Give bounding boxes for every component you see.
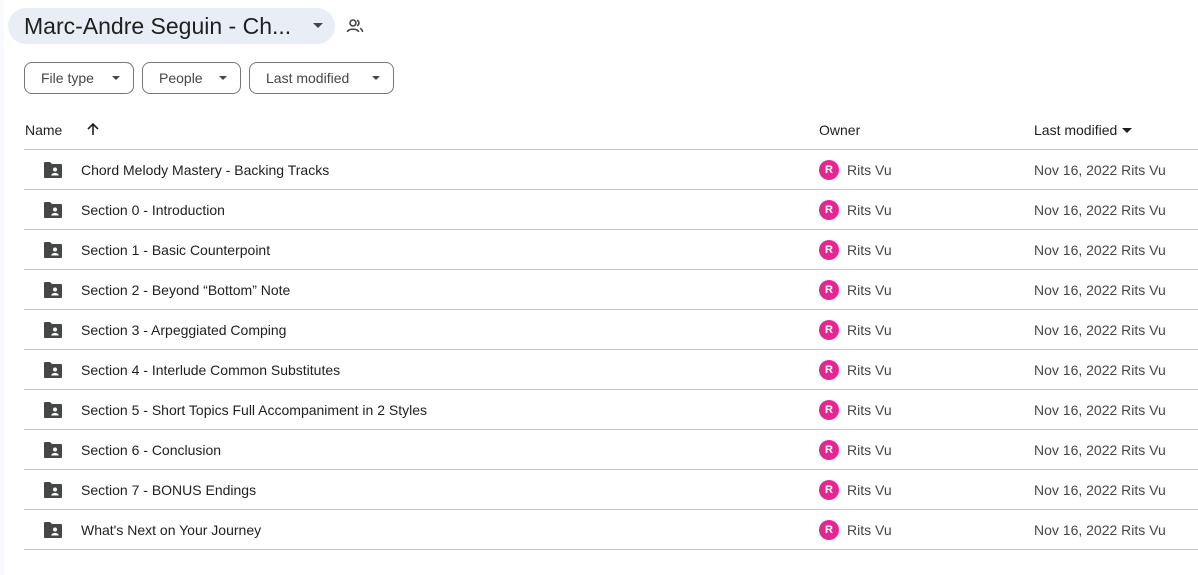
shared-folder-icon <box>44 482 62 498</box>
file-name: Section 2 - Beyond “Bottom” Note <box>81 282 291 298</box>
file-row[interactable]: What's Next on Your Journey R Rits Vu Nov 1… <box>24 510 1198 550</box>
owner-name: Rits Vu <box>847 242 892 258</box>
owner-avatar: R <box>819 160 839 180</box>
file-row[interactable]: Section 5 - Short Topics Full Accompanim… <box>24 390 1198 430</box>
shared-folder-icon <box>44 442 62 458</box>
shared-folder-icon <box>44 282 62 298</box>
modified-date: Nov 16, 2022 Rits Vu <box>1034 482 1166 498</box>
shared-folder-icon <box>44 362 62 378</box>
modified-date: Nov 16, 2022 Rits Vu <box>1034 322 1166 338</box>
file-row[interactable]: Section 6 - Conclusion R Rits Vu Nov 16, 20… <box>24 430 1198 470</box>
modified-date: Nov 16, 2022 Rits Vu <box>1034 442 1166 458</box>
filter-label: File type <box>41 70 94 86</box>
file-row[interactable]: Section 1 - Basic Counterpoint R Rits Vu No… <box>24 230 1198 270</box>
owner-name: Rits Vu <box>847 322 892 338</box>
owner-name: Rits Vu <box>847 282 892 298</box>
owner-name: Rits Vu <box>847 162 892 178</box>
file-name: Chord Melody Mastery - Backing Tracks <box>81 162 330 178</box>
caret-down-icon <box>372 76 380 80</box>
file-name: Section 6 - Conclusion <box>81 442 222 458</box>
modified-date: Nov 16, 2022 Rits Vu <box>1034 362 1166 378</box>
modified-date: Nov 16, 2022 Rits Vu <box>1034 162 1166 178</box>
last-modified-filter[interactable]: Last modified <box>249 62 394 94</box>
owner-name: Rits Vu <box>847 362 892 378</box>
owner-avatar: R <box>819 400 839 420</box>
file-row[interactable]: Section 0 - Introduction R Rits Vu Nov 16, … <box>24 190 1198 230</box>
filter-label: Last modified <box>266 70 350 86</box>
shared-folder-icon <box>44 522 62 538</box>
caret-down-icon <box>1122 127 1133 133</box>
folder-title: Marc-Andre Seguin - Ch... <box>24 12 292 39</box>
shared-folder-icon <box>44 242 62 258</box>
caret-down-icon <box>313 23 323 28</box>
file-row[interactable]: Section 7 - BONUS Endings R Rits Vu Nov 16,… <box>24 470 1198 510</box>
owner-name: Rits Vu <box>847 442 892 458</box>
modified-date: Nov 16, 2022 Rits Vu <box>1034 522 1166 538</box>
owner-avatar: R <box>819 200 839 220</box>
shared-folder-icon <box>44 402 62 418</box>
filter-label: People <box>159 70 203 86</box>
left-edge-strip <box>0 0 4 575</box>
file-row[interactable]: Section 4 - Interlude Common Substitutes… <box>24 350 1198 390</box>
file-name: Section 7 - BONUS Endings <box>81 482 257 498</box>
owner-avatar: R <box>819 320 839 340</box>
folder-title-dropdown[interactable]: Marc-Andre Seguin - Ch... <box>8 8 335 44</box>
file-type-filter[interactable]: File type <box>24 62 134 94</box>
file-list: Chord Melody Mastery - Backing Tracks R Ri… <box>24 150 1198 550</box>
people-filter[interactable]: People <box>142 62 241 94</box>
name-column-header[interactable]: Name <box>25 122 62 138</box>
caret-down-icon <box>112 76 120 80</box>
arrow-up-icon[interactable] <box>85 121 101 137</box>
last-modified-column-header[interactable]: Last modified <box>1034 122 1133 138</box>
owner-avatar: R <box>819 240 839 260</box>
owner-name: Rits Vu <box>847 482 892 498</box>
file-name: Section 5 - Short Topics Full Accompanim… <box>81 402 428 418</box>
modified-date: Nov 16, 2022 Rits Vu <box>1034 282 1166 298</box>
owner-avatar: R <box>819 440 839 460</box>
file-name: Section 3 - Arpeggiated Comping <box>81 322 287 338</box>
file-name: Section 4 - Interlude Common Substitutes <box>81 362 341 378</box>
modified-date: Nov 16, 2022 Rits Vu <box>1034 402 1166 418</box>
owner-avatar: R <box>819 360 839 380</box>
shared-folder-icon <box>44 202 62 218</box>
caret-down-icon <box>219 76 227 80</box>
file-row[interactable]: Section 2 - Beyond “Bottom” Note R Rits Vu… <box>24 270 1198 310</box>
file-name: Section 1 - Basic Counterpoint <box>81 242 271 258</box>
shared-folder-icon <box>44 162 62 178</box>
owner-avatar: R <box>819 520 839 540</box>
owner-column-header[interactable]: Owner <box>819 122 860 138</box>
owner-avatar: R <box>819 480 839 500</box>
last-modified-header-label: Last modified <box>1034 122 1118 138</box>
owner-name: Rits Vu <box>847 202 892 218</box>
modified-date: Nov 16, 2022 Rits Vu <box>1034 202 1166 218</box>
file-row[interactable]: Section 3 - Arpeggiated Comping R Rits Vu N… <box>24 310 1198 350</box>
owner-avatar: R <box>819 280 839 300</box>
modified-date: Nov 16, 2022 Rits Vu <box>1034 242 1166 258</box>
people-icon[interactable] <box>346 17 364 35</box>
owner-name: Rits Vu <box>847 522 892 538</box>
file-name: What's Next on Your Journey <box>81 522 262 538</box>
file-name: Section 0 - Introduction <box>81 202 225 218</box>
file-row[interactable]: Chord Melody Mastery - Backing Tracks R Ri… <box>24 150 1198 190</box>
owner-name: Rits Vu <box>847 402 892 418</box>
file-list-header: Name Owner Last modified <box>24 110 1198 150</box>
shared-folder-icon <box>44 322 62 338</box>
